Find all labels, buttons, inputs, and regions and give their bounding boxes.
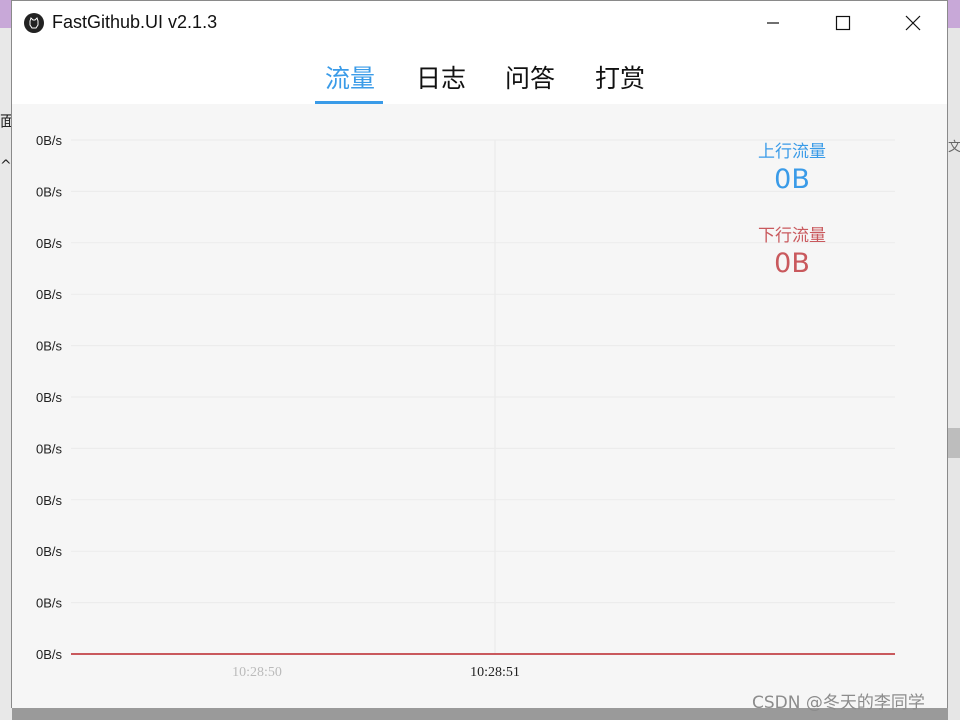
y-tick-label: 0B/s [36,544,63,559]
close-button[interactable] [878,1,948,45]
minimize-button[interactable] [738,1,808,45]
close-icon [905,15,921,31]
y-tick-label: 0B/s [36,596,63,611]
github-cat-icon [24,13,44,33]
traffic-panel: 0B/s 0B/s 0B/s 0B/s 0B/s 0B/s 0B/s 0B/s 0B/s 0B/s… [12,104,947,708]
upload-label: 上行流量 [758,142,826,162]
y-tick-label: 0B/s [36,287,63,302]
y-tick-label: 0B/s [36,339,63,354]
watermark-text: CSDN @冬天的李同学 [752,693,925,713]
minimize-icon [767,22,779,24]
y-tick-label: 0B/s [36,184,63,199]
tab-faq[interactable]: 问答 [505,59,555,95]
upload-value: 0B [774,164,810,195]
x-tick-label: 10:28:51 [470,665,520,680]
upload-stat: 上行流量 0B [732,137,852,195]
download-label: 下行流量 [758,226,826,246]
maximize-button[interactable] [808,1,878,45]
title-bar[interactable]: FastGithub.UI v2.1.3 [12,1,947,45]
app-window: FastGithub.UI v2.1.3 流量 日志 问答 打赏 0B/s 0B/… [11,0,948,708]
tab-traffic[interactable]: 流量 [325,59,375,95]
tab-logs[interactable]: 日志 [416,59,466,95]
y-tick-label: 0B/s [36,441,63,456]
download-value: 0B [774,248,810,279]
background-text-fragment: 文 [948,140,960,155]
tab-bar: 流量 日志 问答 打赏 [12,49,947,152]
window-title: FastGithub.UI v2.1.3 [52,12,218,32]
background-strip [948,428,960,458]
y-tick-label: 0B/s [36,390,63,405]
background-text-fragment: ^ [0,158,12,174]
y-tick-label: 0B/s [36,133,63,148]
y-tick-label: 0B/s [36,493,63,508]
maximize-icon [835,15,851,31]
tab-donate[interactable]: 打赏 [595,59,645,95]
y-tick-label: 0B/s [36,647,63,662]
y-tick-label: 0B/s [36,236,63,251]
desktop-background-right: 文 [948,28,960,720]
x-tick-label: 10:28:50 [232,665,282,680]
download-stat: 下行流量 0B [732,221,852,279]
